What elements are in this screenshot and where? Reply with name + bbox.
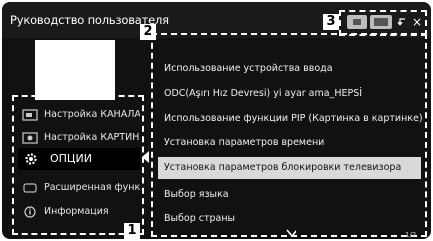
menu-item-time[interactable]: Установка параметров времени [158, 133, 421, 153]
zoom-button[interactable] [370, 15, 392, 29]
thumbnail-preview [35, 40, 115, 100]
menu-item-label: Установка параметров времени [164, 137, 325, 148]
left-menu-label: Информация [44, 206, 109, 217]
manual-screen: Руководство пользователя 2 3 × 1 Настрой… [2, 2, 431, 239]
callout-1: 1 [124, 223, 140, 239]
index-button[interactable] [347, 15, 367, 29]
channel-icon [22, 109, 38, 121]
left-menu-item-info[interactable]: Информация [18, 201, 140, 223]
menu-item-lock[interactable]: Установка параметров блокировки телевизо… [158, 157, 421, 179]
left-menu-label: Настройка КАНАЛА [44, 109, 140, 120]
page-indicator: 1/2 [405, 231, 417, 239]
advanced-icon [23, 183, 37, 193]
menu-item-label: Выбор страны [164, 213, 236, 224]
menu-item-odc[interactable]: ODC(Aşırı Hız Devresi) yi ayar ama_HEPSİ [158, 84, 421, 104]
left-menu-item-options[interactable]: ОПЦИИ [18, 148, 140, 170]
return-icon [397, 18, 405, 26]
left-menu-item-advanced[interactable]: Расширенная функция [18, 177, 140, 199]
menu-item-label: ODC(Aşırı Hız Devresi) yi ayar ama_HEPSİ [164, 88, 363, 99]
menu-item-language[interactable]: Выбор языка [158, 185, 421, 205]
menu-item-label: Использование устройства ввода [164, 63, 333, 74]
close-button[interactable]: × [411, 15, 423, 29]
zoom-icon [374, 18, 388, 26]
left-menu-item-channel[interactable]: Настройка КАНАЛА [18, 104, 140, 126]
return-button[interactable] [396, 15, 408, 29]
left-menu-label: Настройка КАРТИНКИ ЗВУКА [44, 132, 140, 143]
left-menu-label: ОПЦИИ [50, 152, 92, 165]
info-icon [24, 206, 36, 218]
menu-item-label: Выбор языка [164, 189, 229, 200]
selection-pointer-icon [142, 151, 149, 163]
menu-item-label: Использование функции PIP (Картинка в ка… [164, 113, 423, 124]
left-menu-label: Расширенная функция [44, 182, 140, 193]
callout-3: 3 [323, 14, 339, 30]
menu-item-label: Установка параметров блокировки телевизо… [164, 162, 402, 173]
left-menu-item-picture-sound[interactable]: Настройка КАРТИНКИ ЗВУКА [18, 127, 140, 149]
menu-item-country[interactable]: Выбор страны [158, 209, 421, 229]
gear-icon [25, 153, 37, 165]
index-icon [353, 19, 361, 25]
picture-sound-icon [22, 132, 38, 144]
menu-item-input-device[interactable]: Использование устройства ввода [158, 59, 421, 79]
menu-item-pip[interactable]: Использование функции PIP (Картинка в ка… [158, 109, 423, 129]
scroll-down-icon[interactable] [286, 228, 296, 238]
